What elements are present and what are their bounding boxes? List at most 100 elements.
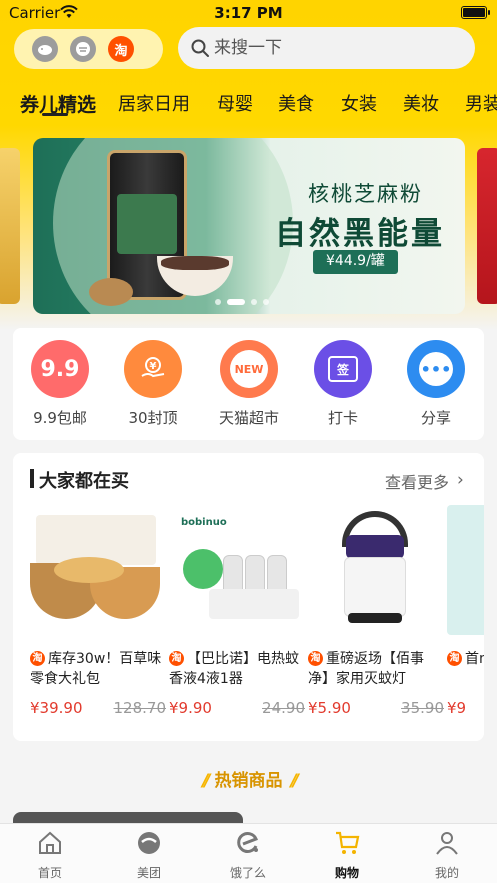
category-tabs: 券儿精选 居家日用 母婴 美食 女装 美妆 男装 bbox=[0, 84, 497, 120]
product-name: 库存30w！百草味零食大礼包 bbox=[30, 651, 162, 687]
product-card[interactable]: bobinuo 淘【巴比诺】电热蚊香液4液1器 ¥9.90 24.90 bbox=[169, 505, 305, 717]
tab-category-2[interactable]: 母婴 bbox=[217, 90, 253, 116]
user-icon bbox=[436, 832, 458, 855]
new-badge-icon: NEW bbox=[220, 340, 278, 398]
carousel-dot[interactable] bbox=[263, 299, 269, 305]
search-icon bbox=[191, 39, 209, 57]
nine-nine-icon: 9.9 bbox=[31, 340, 89, 398]
svg-text:¥: ¥ bbox=[150, 361, 157, 372]
taobao-badge-icon: 淘 bbox=[169, 651, 184, 666]
banner-price: ¥44.9/罐 bbox=[313, 250, 398, 274]
carousel-dots bbox=[215, 299, 269, 305]
current-price: ¥9.90 bbox=[169, 699, 212, 717]
promo-banner[interactable]: 核桃芝麻粉 自然黑能量 ¥44.9/罐 bbox=[33, 138, 465, 314]
taobao-badge-icon: 淘 bbox=[30, 651, 45, 666]
product-title: 淘【巴比诺】电热蚊香液4液1器 bbox=[169, 649, 305, 689]
product-label-image bbox=[117, 194, 177, 254]
coin-hand-icon: ¥ bbox=[124, 340, 182, 398]
product-card[interactable]: 淘重磅返场【佰事净】家用灭蚊灯 ¥5.90 35.90 bbox=[308, 505, 444, 717]
product-card[interactable]: 淘库存30w！百草味零食大礼包 ¥39.90 128.70 bbox=[30, 505, 166, 717]
chevron-right-icon[interactable]: › bbox=[457, 470, 464, 490]
price-row: ¥9 bbox=[447, 699, 484, 717]
new-badge-text: NEW bbox=[230, 350, 268, 388]
taobao-icon[interactable]: 淘 bbox=[108, 36, 134, 62]
hot-products-card: 大家都在买 查看更多 › 淘库存30w！百草味零食大礼包 ¥39.90 128.… bbox=[13, 453, 484, 741]
quick-entry-tmall-market[interactable]: NEW 天猫超市 bbox=[209, 340, 289, 428]
brand-logo: bobinuo bbox=[181, 517, 227, 528]
current-price: ¥39.90 bbox=[30, 699, 83, 717]
eleme-icon bbox=[237, 832, 258, 853]
calendar-glyph: 签 bbox=[328, 356, 358, 382]
quick-entry-30[interactable]: ¥ 30封顶 bbox=[113, 340, 193, 428]
product-image-mosquito-lamp bbox=[308, 505, 444, 635]
search-box[interactable] bbox=[178, 27, 475, 69]
quick-entry-label: 分享 bbox=[420, 409, 451, 427]
hot-sale-heading: //热销商品// bbox=[0, 766, 497, 791]
walnut-image bbox=[89, 278, 133, 306]
quick-entry-label: 打卡 bbox=[327, 409, 358, 427]
tab-category-5[interactable]: 美妆 bbox=[403, 90, 439, 116]
carousel-dot[interactable] bbox=[215, 299, 221, 305]
carousel-dot[interactable] bbox=[251, 299, 257, 305]
banner-subtitle: 核桃芝麻粉 bbox=[308, 182, 423, 206]
tab-category-1[interactable]: 居家日用 bbox=[118, 90, 190, 116]
tab-profile[interactable]: 我的 bbox=[407, 830, 487, 881]
product-image-partial bbox=[447, 505, 484, 635]
jd-icon[interactable] bbox=[32, 36, 58, 62]
product-name: 首ml* bbox=[465, 651, 484, 667]
quick-entry-label: 9.9包邮 bbox=[33, 409, 87, 427]
slash-decoration-icon: // bbox=[202, 771, 211, 791]
quick-entry-label: 30封顶 bbox=[128, 409, 178, 427]
tab-label: 购物 bbox=[334, 866, 359, 880]
original-price: 128.70 bbox=[113, 699, 167, 717]
section-title: 大家都在买 bbox=[39, 471, 129, 492]
tab-shopping[interactable]: 购物 bbox=[307, 830, 387, 881]
current-price: ¥5.90 bbox=[308, 699, 351, 717]
section-marker bbox=[30, 469, 34, 488]
tab-meituan[interactable]: 美团 bbox=[109, 830, 189, 881]
carousel-dot-active[interactable] bbox=[227, 299, 245, 305]
quick-entry-9-9[interactable]: 9.9 9.9包邮 bbox=[20, 340, 100, 428]
bowl-content-image bbox=[161, 256, 229, 270]
battery-icon bbox=[461, 6, 490, 19]
product-image-snacks bbox=[30, 505, 166, 635]
tab-category-4[interactable]: 女装 bbox=[341, 90, 377, 116]
platform-switcher[interactable]: 淘 bbox=[14, 29, 163, 69]
home-icon bbox=[39, 831, 61, 854]
quick-entry-checkin[interactable]: 签 打卡 bbox=[303, 340, 383, 428]
tab-eleme[interactable]: 饿了么 bbox=[208, 830, 288, 881]
price-row: ¥5.90 35.90 bbox=[308, 699, 444, 717]
pdd-icon[interactable] bbox=[70, 36, 96, 62]
bottom-tab-bar: 首页 美团 饿了么 购物 我的 bbox=[0, 823, 497, 883]
status-bar: Carrier 3:17 PM bbox=[0, 0, 497, 26]
chat-bubble-icon: ••• bbox=[407, 340, 465, 398]
tab-category-6[interactable]: 男装 bbox=[465, 90, 497, 116]
product-name: 【巴比诺】电热蚊香液4液1器 bbox=[169, 651, 299, 687]
price-row: ¥9.90 24.90 bbox=[169, 699, 305, 717]
clock: 3:17 PM bbox=[214, 4, 283, 22]
original-price: 24.90 bbox=[262, 699, 305, 717]
banner-next-peek[interactable] bbox=[477, 148, 497, 304]
product-title: 淘首ml* bbox=[447, 649, 484, 689]
tab-label: 我的 bbox=[434, 866, 459, 880]
taobao-badge-icon: 淘 bbox=[308, 651, 323, 666]
banner-prev-peek[interactable] bbox=[0, 148, 20, 304]
product-image-mosquito-liquid: bobinuo bbox=[169, 505, 305, 635]
product-name: 重磅返场【佰事净】家用灭蚊灯 bbox=[308, 651, 424, 687]
search-input[interactable] bbox=[214, 27, 454, 69]
quick-entry-share[interactable]: ••• 分享 bbox=[396, 340, 476, 428]
current-price: ¥9 bbox=[447, 699, 467, 717]
tab-label: 饿了么 bbox=[229, 866, 266, 880]
tab-home[interactable]: 首页 bbox=[10, 830, 90, 881]
meituan-icon bbox=[138, 832, 160, 854]
active-tab-indicator bbox=[42, 113, 68, 116]
hot-sale-title: 热销商品 bbox=[214, 771, 283, 791]
tab-category-3[interactable]: 美食 bbox=[278, 90, 314, 116]
quick-entry-panel: 9.9 9.9包邮 ¥ 30封顶 NEW 天猫超市 签 打卡 ••• 分享 bbox=[13, 328, 484, 440]
view-more-link[interactable]: 查看更多 bbox=[385, 469, 449, 493]
product-card[interactable]: 淘首ml* ¥9 bbox=[447, 505, 484, 717]
quick-entry-label: 天猫超市 bbox=[218, 409, 279, 427]
slash-decoration-icon: // bbox=[290, 771, 300, 791]
banner-title: 自然黑能量 bbox=[275, 216, 445, 252]
calendar-icon: 签 bbox=[314, 340, 372, 398]
